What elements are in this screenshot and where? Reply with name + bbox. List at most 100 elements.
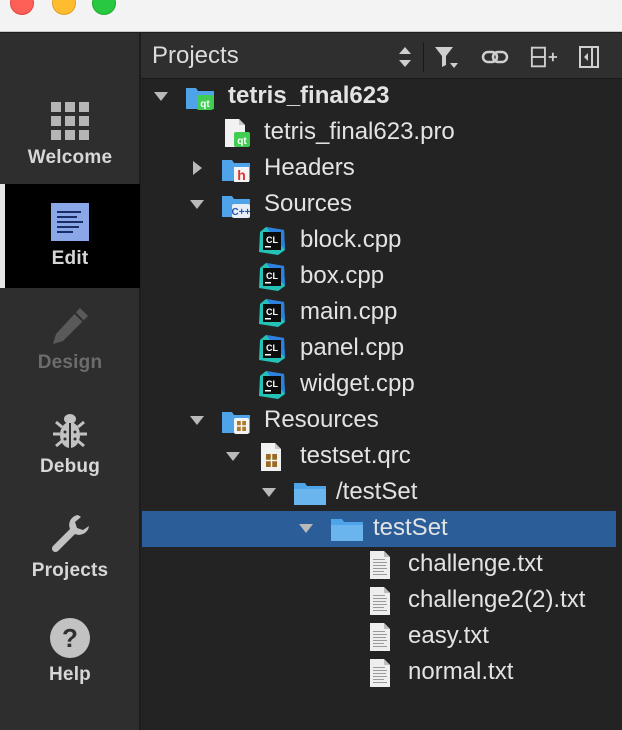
svg-text:CL: CL bbox=[266, 343, 278, 353]
tree-item-label: Headers bbox=[264, 154, 355, 181]
qt-project-icon: qt bbox=[185, 82, 215, 112]
tree-row[interactable]: h Headers bbox=[141, 151, 622, 187]
bug-icon bbox=[48, 408, 92, 452]
window-titlebar bbox=[0, 0, 622, 32]
svg-text:qt: qt bbox=[200, 99, 210, 110]
mode-label: Projects bbox=[31, 560, 109, 581]
tree-row[interactable]: /testSet bbox=[141, 475, 622, 511]
cpp-file-icon: CL bbox=[257, 334, 287, 364]
tree-item-label: challenge.txt bbox=[408, 550, 543, 577]
tree-item-label: testset.qrc bbox=[300, 442, 411, 469]
link-icon[interactable] bbox=[481, 43, 509, 71]
pane-title: Projects bbox=[152, 42, 239, 69]
tree-row[interactable]: CL panel.cpp bbox=[141, 331, 622, 367]
tree-item-label: box.cpp bbox=[300, 262, 385, 289]
mode-label: Welcome bbox=[27, 147, 113, 168]
sort-icon[interactable] bbox=[398, 44, 412, 70]
wrench-icon bbox=[48, 512, 92, 556]
pencil-icon bbox=[48, 304, 92, 348]
tree-item-label: testSet bbox=[373, 514, 448, 541]
help-icon: ? bbox=[48, 616, 92, 660]
folder-icon bbox=[293, 478, 326, 508]
projects-pane: Projects qt tetris_final623 qt tetris_fi… bbox=[141, 33, 622, 730]
cpp-file-icon: CL bbox=[257, 298, 287, 328]
tree-row[interactable]: challenge2(2).txt bbox=[141, 583, 622, 619]
tree-item-label: normal.txt bbox=[408, 658, 514, 685]
document-icon bbox=[48, 200, 92, 244]
text-file-icon bbox=[365, 658, 395, 688]
chevron-right-icon[interactable] bbox=[193, 161, 202, 175]
chevron-down-icon[interactable] bbox=[299, 524, 313, 533]
tree-row[interactable]: qt tetris_final623 bbox=[141, 79, 622, 115]
chevron-down-icon[interactable] bbox=[226, 452, 240, 461]
close-pane-icon[interactable] bbox=[575, 43, 603, 71]
tree-item-label: /testSet bbox=[336, 478, 418, 505]
tree-item-label: widget.cpp bbox=[300, 370, 415, 397]
chevron-down-icon[interactable] bbox=[154, 92, 168, 101]
qrc-file-icon bbox=[257, 442, 287, 472]
tree-item-label: block.cpp bbox=[300, 226, 402, 253]
svg-text:h: h bbox=[237, 167, 246, 183]
tree-item-label: tetris_final623 bbox=[228, 82, 390, 109]
tree-item-label: main.cpp bbox=[300, 298, 398, 325]
text-file-icon bbox=[365, 586, 395, 616]
svg-text:CL: CL bbox=[266, 307, 278, 317]
svg-text:qt: qt bbox=[237, 136, 247, 147]
svg-text:C++: C++ bbox=[232, 207, 251, 218]
tree-row[interactable]: challenge.txt bbox=[141, 547, 622, 583]
tree-row[interactable]: normal.txt bbox=[141, 655, 622, 691]
qt-file-icon: qt bbox=[221, 118, 251, 148]
sources-folder-icon: C++ bbox=[221, 190, 251, 220]
headers-folder-icon: h bbox=[221, 154, 251, 184]
mode-label: Help bbox=[49, 664, 91, 685]
svg-text:CL: CL bbox=[266, 379, 278, 389]
minimize-window-button[interactable] bbox=[52, 0, 76, 15]
mode-design[interactable]: Design bbox=[0, 288, 140, 392]
tree-row[interactable]: easy.txt bbox=[141, 619, 622, 655]
mode-edit[interactable]: Edit bbox=[0, 184, 140, 288]
tree-row[interactable]: testSet bbox=[142, 511, 616, 547]
mode-projects[interactable]: Projects bbox=[0, 496, 140, 600]
tree-item-label: easy.txt bbox=[408, 622, 489, 649]
mode-debug[interactable]: Debug bbox=[0, 392, 140, 496]
text-file-icon bbox=[365, 550, 395, 580]
tree-item-label: Sources bbox=[264, 190, 353, 217]
tree-row[interactable]: Resources bbox=[141, 403, 622, 439]
resources-folder-icon bbox=[221, 406, 251, 436]
cpp-file-icon: CL bbox=[257, 370, 287, 400]
tree-row[interactable]: testset.qrc bbox=[141, 439, 622, 475]
chevron-down-icon[interactable] bbox=[262, 488, 276, 497]
tree-item-label: challenge2(2).txt bbox=[408, 586, 586, 613]
mode-label: Edit bbox=[51, 248, 89, 269]
tree-row[interactable]: C++ Sources bbox=[141, 187, 622, 223]
chevron-down-icon[interactable] bbox=[190, 200, 204, 209]
tree-row[interactable]: CL widget.cpp bbox=[141, 367, 622, 403]
tree-row[interactable]: CL main.cpp bbox=[141, 295, 622, 331]
mode-label: Design bbox=[37, 352, 103, 373]
cpp-file-icon: CL bbox=[257, 226, 287, 256]
tree-row[interactable]: CL block.cpp bbox=[141, 223, 622, 259]
svg-text:?: ? bbox=[62, 623, 78, 653]
tree-row[interactable]: qt tetris_final623.pro bbox=[141, 115, 622, 151]
zoom-window-button[interactable] bbox=[92, 0, 116, 15]
projects-toolbar: Projects bbox=[141, 33, 622, 79]
text-file-icon bbox=[365, 622, 395, 652]
mode-selector-bar: Welcome Edit Design Debug Projects ? Hel… bbox=[0, 33, 140, 730]
close-window-button[interactable] bbox=[10, 0, 34, 15]
svg-text:CL: CL bbox=[266, 271, 278, 281]
mode-label: Debug bbox=[39, 456, 101, 477]
chevron-down-icon[interactable] bbox=[190, 416, 204, 425]
folder-icon bbox=[330, 514, 363, 544]
tree-item-label: panel.cpp bbox=[300, 334, 405, 361]
tree-item-label: tetris_final623.pro bbox=[264, 118, 455, 145]
grid-icon bbox=[48, 99, 92, 143]
tree-item-label: Resources bbox=[264, 406, 379, 433]
toolbar-separator bbox=[423, 42, 424, 72]
svg-text:CL: CL bbox=[266, 235, 278, 245]
mode-welcome[interactable]: Welcome bbox=[0, 83, 140, 187]
filter-icon[interactable] bbox=[432, 43, 460, 71]
cpp-file-icon: CL bbox=[257, 262, 287, 292]
mode-help[interactable]: ? Help bbox=[0, 600, 140, 704]
tree-row[interactable]: CL box.cpp bbox=[141, 259, 622, 295]
split-icon[interactable] bbox=[530, 43, 558, 71]
